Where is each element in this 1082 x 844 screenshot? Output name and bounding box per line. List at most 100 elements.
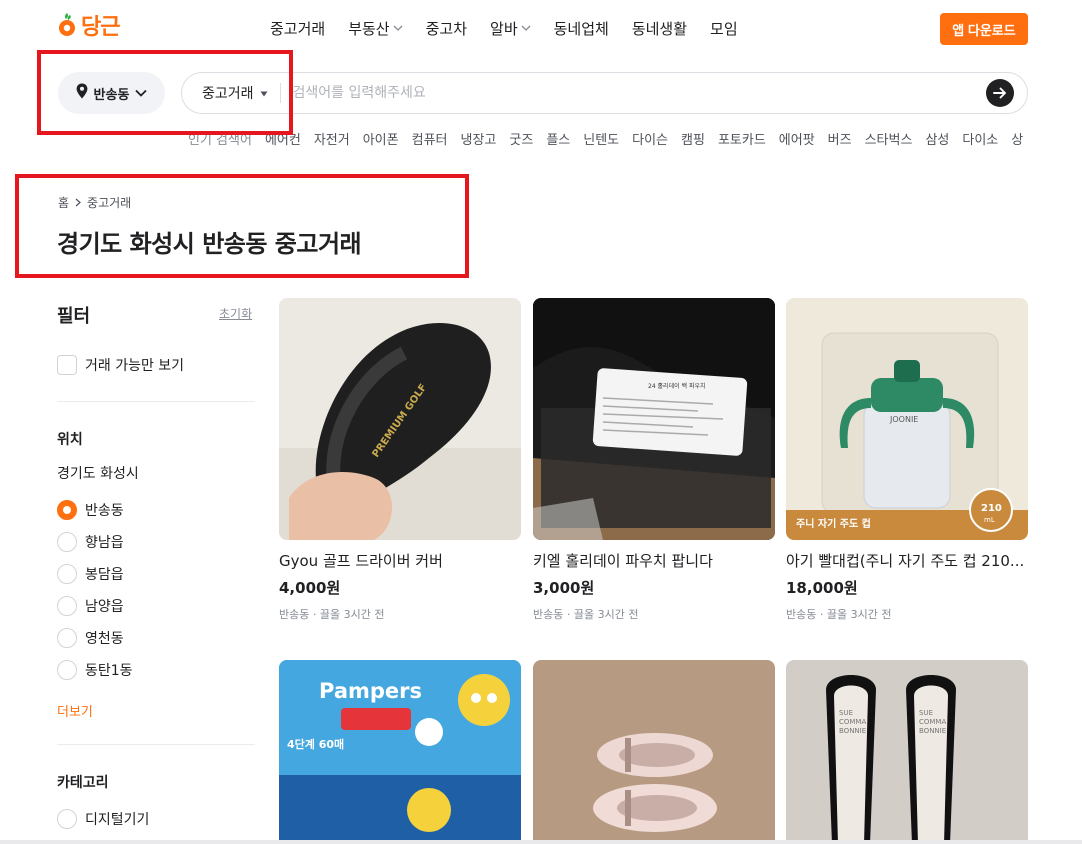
- popular-keyword[interactable]: 에어팟: [779, 129, 815, 149]
- reset-filter-link[interactable]: 초기화: [219, 305, 252, 322]
- product-title[interactable]: 키엘 홀리데이 파우치 팝니다: [533, 550, 775, 571]
- filter-title: 필터: [57, 306, 91, 327]
- popular-keyword[interactable]: 삼성: [925, 129, 949, 149]
- radio-neighborhood[interactable]: 동탄1동: [57, 660, 133, 680]
- breadcrumb-home[interactable]: 홈: [58, 194, 69, 211]
- available-only-checkbox[interactable]: 거래 가능만 보기: [57, 355, 184, 375]
- popular-keyword[interactable]: 버즈: [828, 129, 852, 149]
- app-download-button[interactable]: 앱 다운로드: [940, 13, 1028, 45]
- product-image-text: mL: [984, 516, 995, 524]
- location-pin-icon: [76, 83, 88, 103]
- popular-keyword[interactable]: 에어컨: [265, 129, 301, 149]
- radio-neighborhood[interactable]: 영천동: [57, 628, 124, 648]
- more-neighborhoods-link[interactable]: 더보기: [57, 701, 93, 720]
- radio-neighborhood[interactable]: 봉담읍: [57, 564, 124, 584]
- nav-item-local-life[interactable]: 동네생활: [632, 18, 687, 39]
- category-section-title: 카테고리: [57, 775, 109, 791]
- product-image-text: COMMA: [919, 718, 946, 726]
- popular-keyword[interactable]: 포토카드: [718, 129, 766, 149]
- nav-item-used-car[interactable]: 중고차: [426, 18, 467, 39]
- radio-label: 봉담읍: [85, 567, 124, 583]
- nav-label: 알바: [490, 20, 518, 38]
- radio-label: 디지털기기: [85, 812, 150, 828]
- city-label: 경기도 화성시: [57, 466, 139, 482]
- product-image-text: Pampers: [319, 679, 422, 703]
- caret-down-icon: [260, 85, 268, 101]
- product-price: 4,000원: [279, 579, 341, 597]
- popular-keyword[interactable]: 닌텐도: [583, 129, 619, 149]
- product-card[interactable]: Pampers 4단계 60매: [279, 660, 521, 844]
- chevron-right-icon: [75, 196, 81, 210]
- radio-selected[interactable]: [57, 500, 77, 520]
- nav-item-real-estate[interactable]: 부동산: [348, 18, 403, 39]
- product-image[interactable]: [533, 660, 775, 844]
- popular-keyword[interactable]: 스타벅스: [865, 129, 913, 149]
- product-image[interactable]: PREMIUM GOLF: [279, 298, 521, 540]
- nav-label: 동네업체: [553, 20, 609, 38]
- popular-keyword[interactable]: 캠핑: [681, 129, 705, 149]
- radio-unselected[interactable]: [57, 532, 77, 552]
- product-image-text: 24 홀리데이 백 파우치: [648, 382, 706, 390]
- radio-unselected[interactable]: [57, 660, 77, 680]
- product-image-text: BONNIE: [919, 727, 946, 735]
- product-image[interactable]: JOONIE 주니 자기 주도 컵 210 mL: [786, 298, 1028, 540]
- popular-keyword[interactable]: 냉장고: [461, 129, 497, 149]
- product-meta: 반송동 · 끌올 3시간 전: [533, 608, 639, 621]
- radio-unselected[interactable]: [57, 809, 77, 829]
- chevron-down-icon: [135, 86, 148, 101]
- radio-unselected[interactable]: [57, 628, 77, 648]
- product-card[interactable]: 24 홀리데이 백 파우치 키엘 홀리데이 파우치 팝니다 3,000원 반송동…: [533, 298, 775, 622]
- search-submit-button[interactable]: [986, 79, 1014, 107]
- radio-category[interactable]: 디지털기기: [57, 809, 149, 829]
- product-title[interactable]: 아기 빨대컵(주니 자기 주도 컵 210...: [786, 550, 1028, 571]
- radio-label: 남양읍: [85, 599, 124, 615]
- nav-item-meetups[interactable]: 모임: [710, 18, 738, 39]
- product-price: 3,000원: [533, 579, 595, 597]
- logo[interactable]: 당근: [57, 9, 120, 41]
- breadcrumb-current[interactable]: 중고거래: [87, 194, 131, 211]
- popular-keyword[interactable]: 플스: [546, 129, 570, 149]
- popular-keywords: 인기 검색어 에어컨 자전거 아이폰 컴퓨터 냉장고 굿즈 플스 닌텐도 다이슨…: [188, 129, 1023, 149]
- radio-neighborhood[interactable]: 반송동: [57, 500, 124, 520]
- location-label: 반송동: [93, 87, 130, 103]
- search-category-dropdown[interactable]: 중고거래: [182, 83, 281, 103]
- popular-keyword[interactable]: 굿즈: [509, 129, 533, 149]
- popular-keyword[interactable]: 다이소: [962, 129, 998, 149]
- product-card[interactable]: JOONIE 주니 자기 주도 컵 210 mL 아기 빨대컵(주니 자기 주도…: [786, 298, 1028, 622]
- product-image[interactable]: SUE COMMA BONNIE SUE COMMA BONNIE: [786, 660, 1028, 844]
- popular-keyword[interactable]: 아이폰: [363, 129, 399, 149]
- chevron-down-icon: [393, 24, 403, 35]
- bottom-scroll-edge: [0, 840, 1082, 844]
- popular-keyword[interactable]: 다이슨: [632, 129, 668, 149]
- product-image-text: 주니 자기 주도 컵: [796, 517, 871, 530]
- product-image-text: BONNIE: [839, 727, 866, 735]
- product-meta: 반송동 · 끌올 3시간 전: [279, 608, 385, 621]
- location-selector-button[interactable]: 반송동: [58, 72, 165, 114]
- nav-item-local-business[interactable]: 동네업체: [554, 18, 609, 39]
- radio-neighborhood[interactable]: 향남읍: [57, 532, 124, 552]
- popular-keyword[interactable]: 컴퓨터: [412, 129, 448, 149]
- product-image[interactable]: Pampers 4단계 60매: [279, 660, 521, 844]
- nav-label: 부동산: [348, 20, 390, 38]
- radio-neighborhood[interactable]: 남양읍: [57, 596, 124, 616]
- radio-unselected[interactable]: [57, 564, 77, 584]
- logo-text: 당근: [81, 15, 120, 40]
- product-card[interactable]: [533, 660, 775, 844]
- nav-label: 모임: [710, 20, 738, 38]
- checkbox-box[interactable]: [57, 355, 77, 375]
- product-image[interactable]: 24 홀리데이 백 파우치: [533, 298, 775, 540]
- product-title[interactable]: Gyou 골프 드라이버 커버: [279, 550, 521, 571]
- nav-item-used-trade[interactable]: 중고거래: [270, 18, 325, 39]
- search-category-label: 중고거래: [202, 86, 254, 102]
- search-input[interactable]: [280, 85, 986, 101]
- popular-keyword[interactable]: 자전거: [314, 129, 350, 149]
- nav-item-jobs[interactable]: 알바: [490, 18, 531, 39]
- popular-keyword[interactable]: 상품권: [1011, 129, 1023, 149]
- nav-label: 중고거래: [270, 20, 326, 38]
- radio-unselected[interactable]: [57, 596, 77, 616]
- product-price: 18,000원: [786, 579, 858, 597]
- nav-label: 중고차: [425, 20, 468, 38]
- carrot-icon: [57, 12, 77, 38]
- product-card[interactable]: PREMIUM GOLF Gyou 골프 드라이버 커버 4,000원 반송동 …: [279, 298, 521, 622]
- product-card[interactable]: SUE COMMA BONNIE SUE COMMA BONNIE: [786, 660, 1028, 844]
